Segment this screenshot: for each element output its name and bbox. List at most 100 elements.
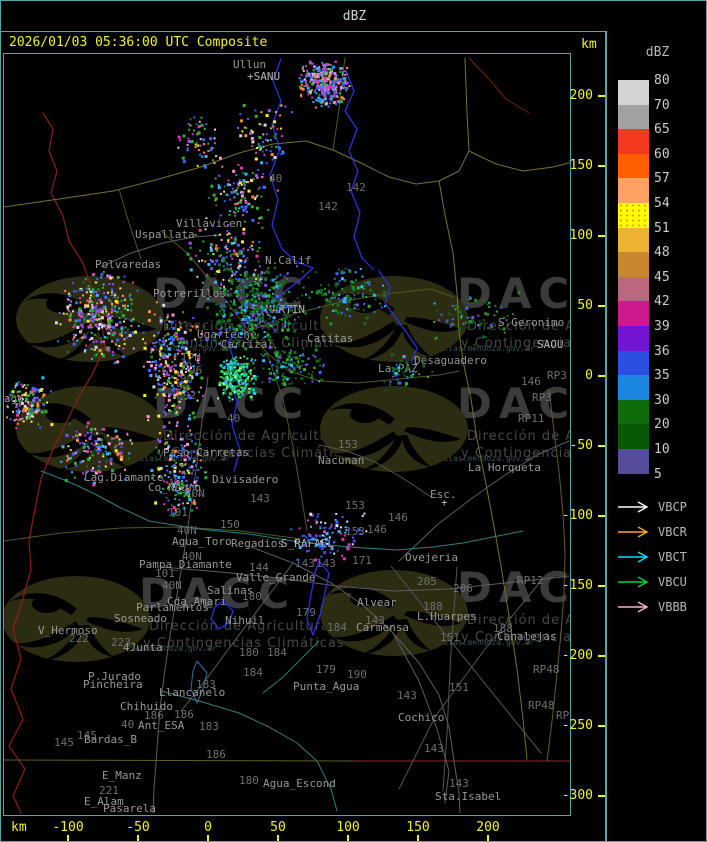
radar-echo-pixel	[256, 273, 259, 276]
radar-echo-pixel	[333, 277, 336, 280]
radar-echo-pixel	[17, 408, 20, 411]
radar-echo-pixel	[167, 487, 169, 490]
radar-echo-pixel	[301, 79, 304, 82]
radar-echo-pixel	[250, 298, 254, 302]
radar-echo-pixel	[303, 534, 306, 537]
radar-echo-pixel	[301, 294, 304, 297]
radar-echo-pixel	[244, 310, 247, 313]
radar-echo-pixel	[213, 142, 216, 145]
radar-echo-pixel	[181, 447, 185, 451]
radar-echo-pixel	[229, 250, 231, 253]
radar-echo-pixel	[214, 272, 217, 275]
radar-echo-pixel	[314, 89, 317, 92]
radar-echo-pixel	[243, 184, 246, 187]
radar-echo-pixel	[181, 346, 183, 349]
radar-echo-pixel	[318, 94, 321, 97]
radar-echo-pixel	[212, 288, 216, 292]
radar-echo-pixel	[86, 319, 90, 323]
radar-echo-pixel	[89, 320, 92, 323]
radar-echo-pixel	[226, 248, 229, 250]
radar-echo-pixel	[187, 137, 190, 140]
x-axis-tick	[347, 835, 349, 841]
radar-echo-pixel	[272, 286, 276, 290]
radar-echo-pixel	[317, 99, 320, 102]
radar-echo-pixel	[212, 253, 215, 256]
radar-echo-pixel	[114, 446, 116, 449]
radar-echo-pixel	[229, 315, 231, 318]
radar-echo-pixel	[341, 71, 344, 74]
radar-echo-pixel	[22, 420, 25, 423]
radar-echo-pixel	[361, 515, 364, 517]
radar-echo-pixel	[468, 320, 472, 324]
radar-echo-pixel	[178, 406, 181, 409]
radar-echo-pixel	[188, 128, 191, 131]
radar-echo-pixel	[158, 338, 161, 341]
radar-echo-pixel	[27, 399, 30, 401]
radar-echo-pixel	[152, 385, 156, 389]
radar-echo-pixel	[250, 323, 253, 327]
radar-echo-pixel	[157, 375, 160, 378]
radar-echo-pixel	[180, 480, 183, 482]
radar-echo-pixel	[225, 292, 228, 296]
radar-echo-pixel	[307, 276, 310, 279]
radar-echo-pixel	[243, 197, 246, 200]
radar-echo-pixel	[355, 279, 358, 282]
radar-echo-pixel	[243, 266, 246, 269]
radar-echo-pixel	[169, 471, 172, 474]
radar-echo-pixel	[409, 370, 412, 373]
radar-echo-pixel	[329, 322, 333, 326]
radar-echo-pixel	[173, 334, 176, 337]
radar-echo-pixel	[215, 244, 218, 247]
radar-echo-pixel	[96, 432, 99, 435]
radar-echo-pixel	[113, 437, 115, 440]
radar-echo-pixel	[170, 481, 173, 484]
radar-echo-pixel	[274, 346, 277, 349]
radar-echo-pixel	[324, 292, 327, 296]
radar-echo-pixel	[275, 284, 279, 288]
radar-echo-pixel	[176, 405, 179, 408]
radar-echo-pixel	[67, 457, 70, 460]
radar-echo-pixel	[325, 532, 329, 536]
radar-echo-pixel	[159, 388, 163, 392]
radar-echo-pixel	[253, 276, 256, 279]
radar-echo-pixel	[383, 295, 386, 297]
radar-echo-pixel	[167, 476, 170, 479]
radar-echo-pixel	[341, 537, 345, 541]
radar-echo-pixel	[109, 461, 112, 463]
radar-echo-pixel	[231, 270, 234, 273]
radar-echo-pixel	[195, 123, 198, 126]
radar-echo-pixel	[210, 184, 214, 188]
radar-echo-pixel	[318, 534, 321, 537]
radar-echo-pixel	[142, 365, 145, 368]
radar-echo-pixel	[211, 224, 214, 227]
radar-echo-pixel	[295, 364, 299, 368]
radar-echo-pixel	[166, 469, 169, 472]
radar-echo-pixel	[255, 206, 259, 210]
radar-echo-pixel	[254, 269, 257, 272]
radar-echo-pixel	[323, 527, 326, 529]
radar-echo-pixel	[98, 465, 100, 468]
radar-echo-pixel	[282, 373, 284, 375]
radar-echo-pixel	[250, 377, 253, 380]
radar-echo-pixel	[465, 306, 469, 310]
radar-echo-pixel	[215, 155, 218, 158]
radar-echo-pixel	[320, 521, 323, 524]
radar-echo-pixel	[18, 404, 21, 407]
radar-echo-pixel	[301, 270, 304, 273]
radar-echo-pixel	[117, 348, 120, 351]
scale-band-57	[618, 178, 649, 203]
radar-echo-pixel	[91, 326, 94, 329]
radar-echo-pixel	[206, 252, 209, 255]
radar-echo-pixel	[265, 133, 268, 136]
radar-echo-pixel	[92, 340, 95, 343]
radar-echo-pixel	[260, 325, 263, 327]
radar-echo-pixel	[231, 389, 234, 392]
radar-echo-pixel	[246, 309, 249, 312]
radar-echo-pixel	[86, 431, 89, 434]
radar-echo-pixel	[169, 338, 172, 341]
radar-echo-pixel	[457, 327, 461, 331]
radar-echo-pixel	[65, 433, 69, 437]
radar-echo-pixel	[323, 551, 327, 555]
radar-echo-pixel	[240, 205, 244, 209]
radar-echo-pixel	[346, 546, 349, 549]
